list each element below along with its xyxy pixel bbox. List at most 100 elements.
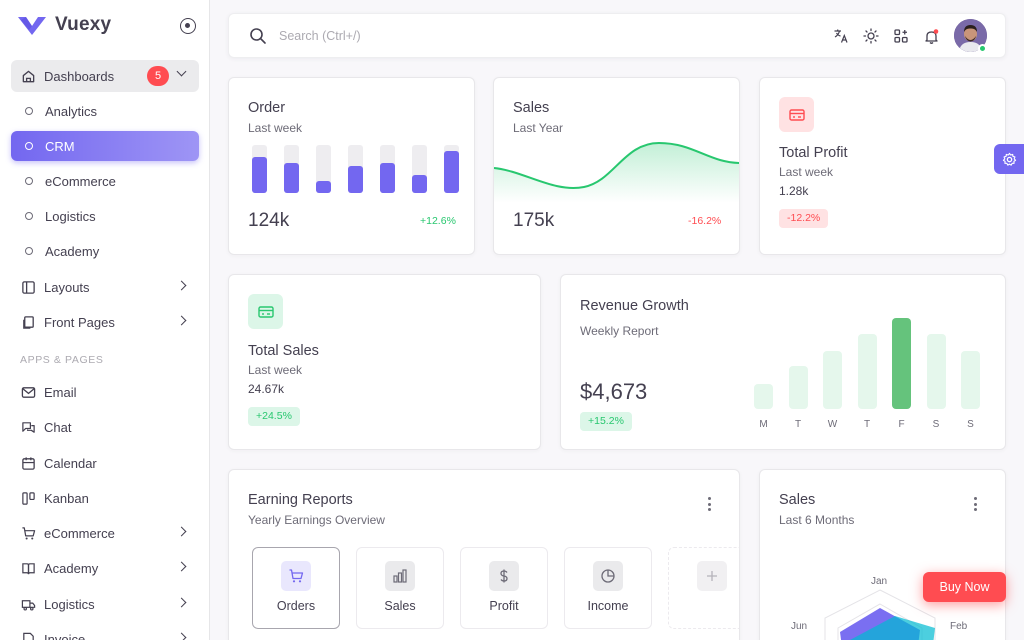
sidebar-item-label: CRM [45,138,75,154]
credit-card-icon [248,294,283,329]
card-subtitle: Yearly Earnings Overview [248,513,385,527]
brand-name: Vuexy [55,14,112,35]
circle-icon [25,107,33,115]
card-title: Total Sales [248,343,319,359]
buy-now-button[interactable]: Buy Now [923,572,1006,602]
sidebar-item-dashboards[interactable]: Dashboards 5 [11,60,199,92]
sidebar-item-label: Email [44,384,77,400]
card-title: Revenue Growth [580,298,689,314]
profit-change-badge: -12.2% [779,209,829,228]
revenue-day-label: T [863,419,871,430]
sidebar-item-label: Calendar [44,455,97,471]
shopping-cart-icon [281,561,311,591]
brand[interactable]: Vuexy [18,14,111,36]
sidebar-item-logistics[interactable]: Logistics [11,589,199,619]
more-options-icon[interactable] [707,497,711,511]
sidebar-collapse-icon[interactable] [180,18,196,34]
revenue-day-label: T [794,419,802,430]
tab-label: Orders [276,599,316,613]
sidebar-item-label: eCommerce [45,173,116,189]
messages-icon [21,420,36,435]
sidebar-item-label: Analytics [45,103,98,119]
sun-icon[interactable] [862,27,880,45]
sidebar-item-front-pages[interactable]: Front Pages [11,307,199,337]
order-bar [284,163,299,193]
sidebar-item-email[interactable]: Email [11,377,199,407]
sidebar-item-academy[interactable]: Academy [11,553,199,583]
card-title: Earning Reports [248,492,353,508]
revenue-day-label: M [759,419,768,430]
vuexy-logo-icon [18,17,46,35]
chevron-right-icon [176,526,187,537]
sidebar-item-calendar[interactable]: Calendar [11,448,199,478]
sidebar-item-analytics[interactable]: Analytics [11,96,199,126]
sidebar-item-label: eCommerce [44,525,115,541]
earning-tab-orders[interactable]: Orders [252,547,340,629]
card-subtitle: Last 6 Months [779,513,855,527]
home-icon [21,69,36,84]
search-icon[interactable] [249,27,267,50]
online-status-dot [978,44,987,53]
tab-label: Income [587,599,629,613]
revenue-bar [788,366,808,409]
sidebar: Vuexy Dashboards 5 Analytics CRM eCommer… [0,0,210,640]
revenue-bar [892,318,911,409]
shopping-cart-icon [21,526,36,541]
earning-tab-profit[interactable]: Profit [460,547,548,629]
sidebar-item-crm[interactable]: CRM [11,131,199,161]
chevron-down-icon [176,66,187,77]
sidebar-item-academy-dash[interactable]: Academy [11,236,199,266]
notification-bell-icon[interactable] [922,27,940,45]
sidebar-item-label: Chat [44,419,72,435]
sidebar-item-label: Layouts [44,279,90,295]
total-sales-change-badge: +24.5% [248,407,300,426]
sales-value: 175k [513,210,555,231]
earning-tab-sales[interactable]: Sales [356,547,444,629]
sidebar-item-layouts[interactable]: Layouts [11,272,199,302]
mail-icon [21,385,36,400]
revenue-day-label: F [898,419,905,430]
sidebar-item-chat[interactable]: Chat [11,412,199,442]
sidebar-item-logistics-dash[interactable]: Logistics [11,201,199,231]
circle-icon [25,212,33,220]
revenue-day-label: W [827,419,838,430]
radar-label-jun: Jun [791,621,808,632]
circle-icon [25,247,33,255]
order-bar [252,157,267,193]
total-sales-value: 24.67k [248,382,285,396]
sidebar-item-kanban[interactable]: Kanban [11,483,199,513]
theme-customizer-button[interactable] [994,144,1024,174]
search-input[interactable] [279,26,579,46]
more-options-icon[interactable] [973,497,977,511]
book-icon [21,561,36,576]
sidebar-item-label: Kanban [44,490,89,506]
invoice-icon [21,632,36,640]
earning-tab-add[interactable] [668,547,739,629]
total-sales-card: Total Sales Last week 24.67k +24.5% [228,274,541,450]
sidebar-item-invoice[interactable]: Invoice [11,624,199,640]
card-subtitle: Last week [779,165,834,179]
sidebar-item-label: Logistics [44,596,95,612]
revenue-bar [754,384,773,409]
chevron-right-icon [176,597,187,608]
earning-reports-card: Earning Reports Yearly Earnings Overview… [228,469,740,640]
circle-icon [25,142,33,150]
chevron-right-icon [176,280,187,291]
revenue-bar [857,334,877,409]
sidebar-item-ecommerce[interactable]: eCommerce [11,518,199,548]
earning-tab-income[interactable]: Income [564,547,652,629]
order-value: 124k [248,210,290,231]
order-card: Order Last week 124k +12.6% [228,77,475,255]
sidebar-item-label: Logistics [45,208,96,224]
apps-grid-icon[interactable] [892,27,910,45]
order-bar [412,175,427,193]
sales-6-months-card: Sales Last 6 Months Jan Jun Feb [759,469,1006,640]
bar-chart-icon [385,561,415,591]
sidebar-item-ecommerce-dash[interactable]: eCommerce [11,166,199,196]
total-profit-card: Total Profit Last week 1.28k -12.2% [759,77,1006,255]
card-title: Order [248,100,286,116]
top-navbar [228,13,1006,58]
translate-icon[interactable] [832,27,850,45]
chevron-right-icon [176,561,187,572]
chevron-right-icon [176,632,187,640]
